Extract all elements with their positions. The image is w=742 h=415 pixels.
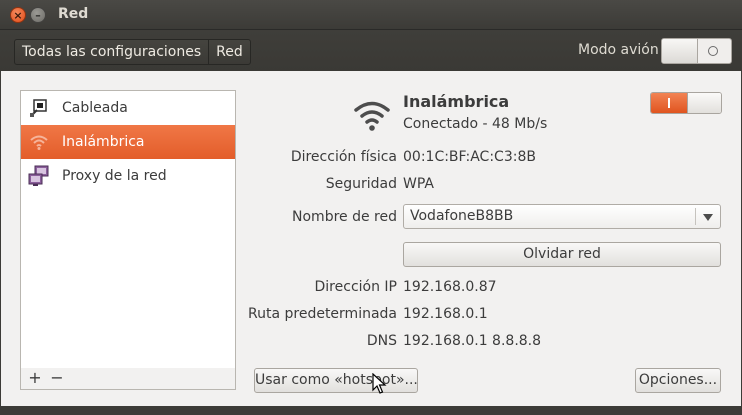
device-list: Cableada Inalámbrica Proxy de la red	[20, 90, 236, 383]
breadcrumb-network[interactable]: Red	[208, 40, 250, 64]
sidebar-item-wireless[interactable]: Inalámbrica	[21, 125, 235, 159]
dns-value: 192.168.0.1 8.8.8.8	[403, 333, 542, 349]
switch-knob	[662, 39, 698, 63]
mouse-pointer-icon	[372, 373, 387, 394]
options-button[interactable]: Opciones...	[635, 368, 721, 393]
close-window-button[interactable]: ×	[10, 7, 26, 23]
breadcrumb: Todas las configuraciones Red	[14, 39, 251, 65]
device-name: Inalámbrica	[403, 92, 510, 111]
network-proxy-icon	[28, 165, 50, 187]
security-value: WPA	[403, 176, 434, 192]
sidebar-item-wired[interactable]: Cableada	[21, 91, 235, 125]
network-name-value: VodafoneB8BB	[410, 208, 514, 224]
window-bottom-edge	[0, 406, 742, 415]
wireless-signal-icon	[354, 101, 390, 131]
sidebar-item-label: Cableada	[62, 100, 128, 116]
use-as-hotspot-button[interactable]: Usar como «hotspot»...	[254, 368, 418, 393]
chevron-down-icon	[703, 214, 713, 221]
ip-address-label: Dirección IP	[314, 279, 397, 295]
off-indicator-icon	[708, 46, 718, 56]
security-label: Seguridad	[325, 176, 397, 192]
switch-knob	[687, 93, 721, 113]
default-route-label: Ruta predeterminada	[248, 306, 397, 322]
ip-address-value: 192.168.0.87	[403, 279, 497, 295]
title-bar: × – Red	[0, 0, 742, 30]
connection-status: Conectado - 48 Mb/s	[403, 116, 548, 132]
dns-label: DNS	[366, 333, 397, 349]
network-name-dropdown[interactable]: VodafoneB8BB	[403, 204, 721, 229]
airplane-mode-switch[interactable]	[661, 38, 732, 64]
sidebar-item-label: Proxy de la red	[62, 168, 167, 184]
on-indicator-icon	[668, 98, 670, 108]
hw-address-label: Dirección física	[290, 149, 397, 165]
hw-address-value: 00:1C:BF:AC:C3:8B	[403, 149, 536, 165]
add-device-button[interactable]: +	[25, 370, 45, 387]
sidebar-item-proxy[interactable]: Proxy de la red	[21, 159, 235, 193]
forget-network-button[interactable]: Olvidar red	[403, 242, 721, 267]
device-list-toolbar: + −	[20, 368, 236, 390]
wireless-icon	[28, 131, 50, 153]
wired-network-icon	[28, 97, 50, 119]
remove-device-button[interactable]: −	[47, 370, 67, 387]
network-name-label: Nombre de red	[292, 209, 397, 225]
sidebar-item-label: Inalámbrica	[62, 134, 145, 150]
toolbar: Todas las configuraciones Red Modo avión	[0, 30, 742, 71]
default-route-value: 192.168.0.1	[403, 306, 488, 322]
wireless-enable-switch[interactable]	[650, 92, 722, 114]
window-title: Red	[58, 6, 89, 22]
minimize-window-button[interactable]: –	[30, 7, 46, 23]
breadcrumb-all-settings[interactable]: Todas las configuraciones	[15, 40, 208, 64]
airplane-mode-label: Modo avión	[578, 42, 659, 58]
dropdown-separator	[695, 208, 696, 225]
